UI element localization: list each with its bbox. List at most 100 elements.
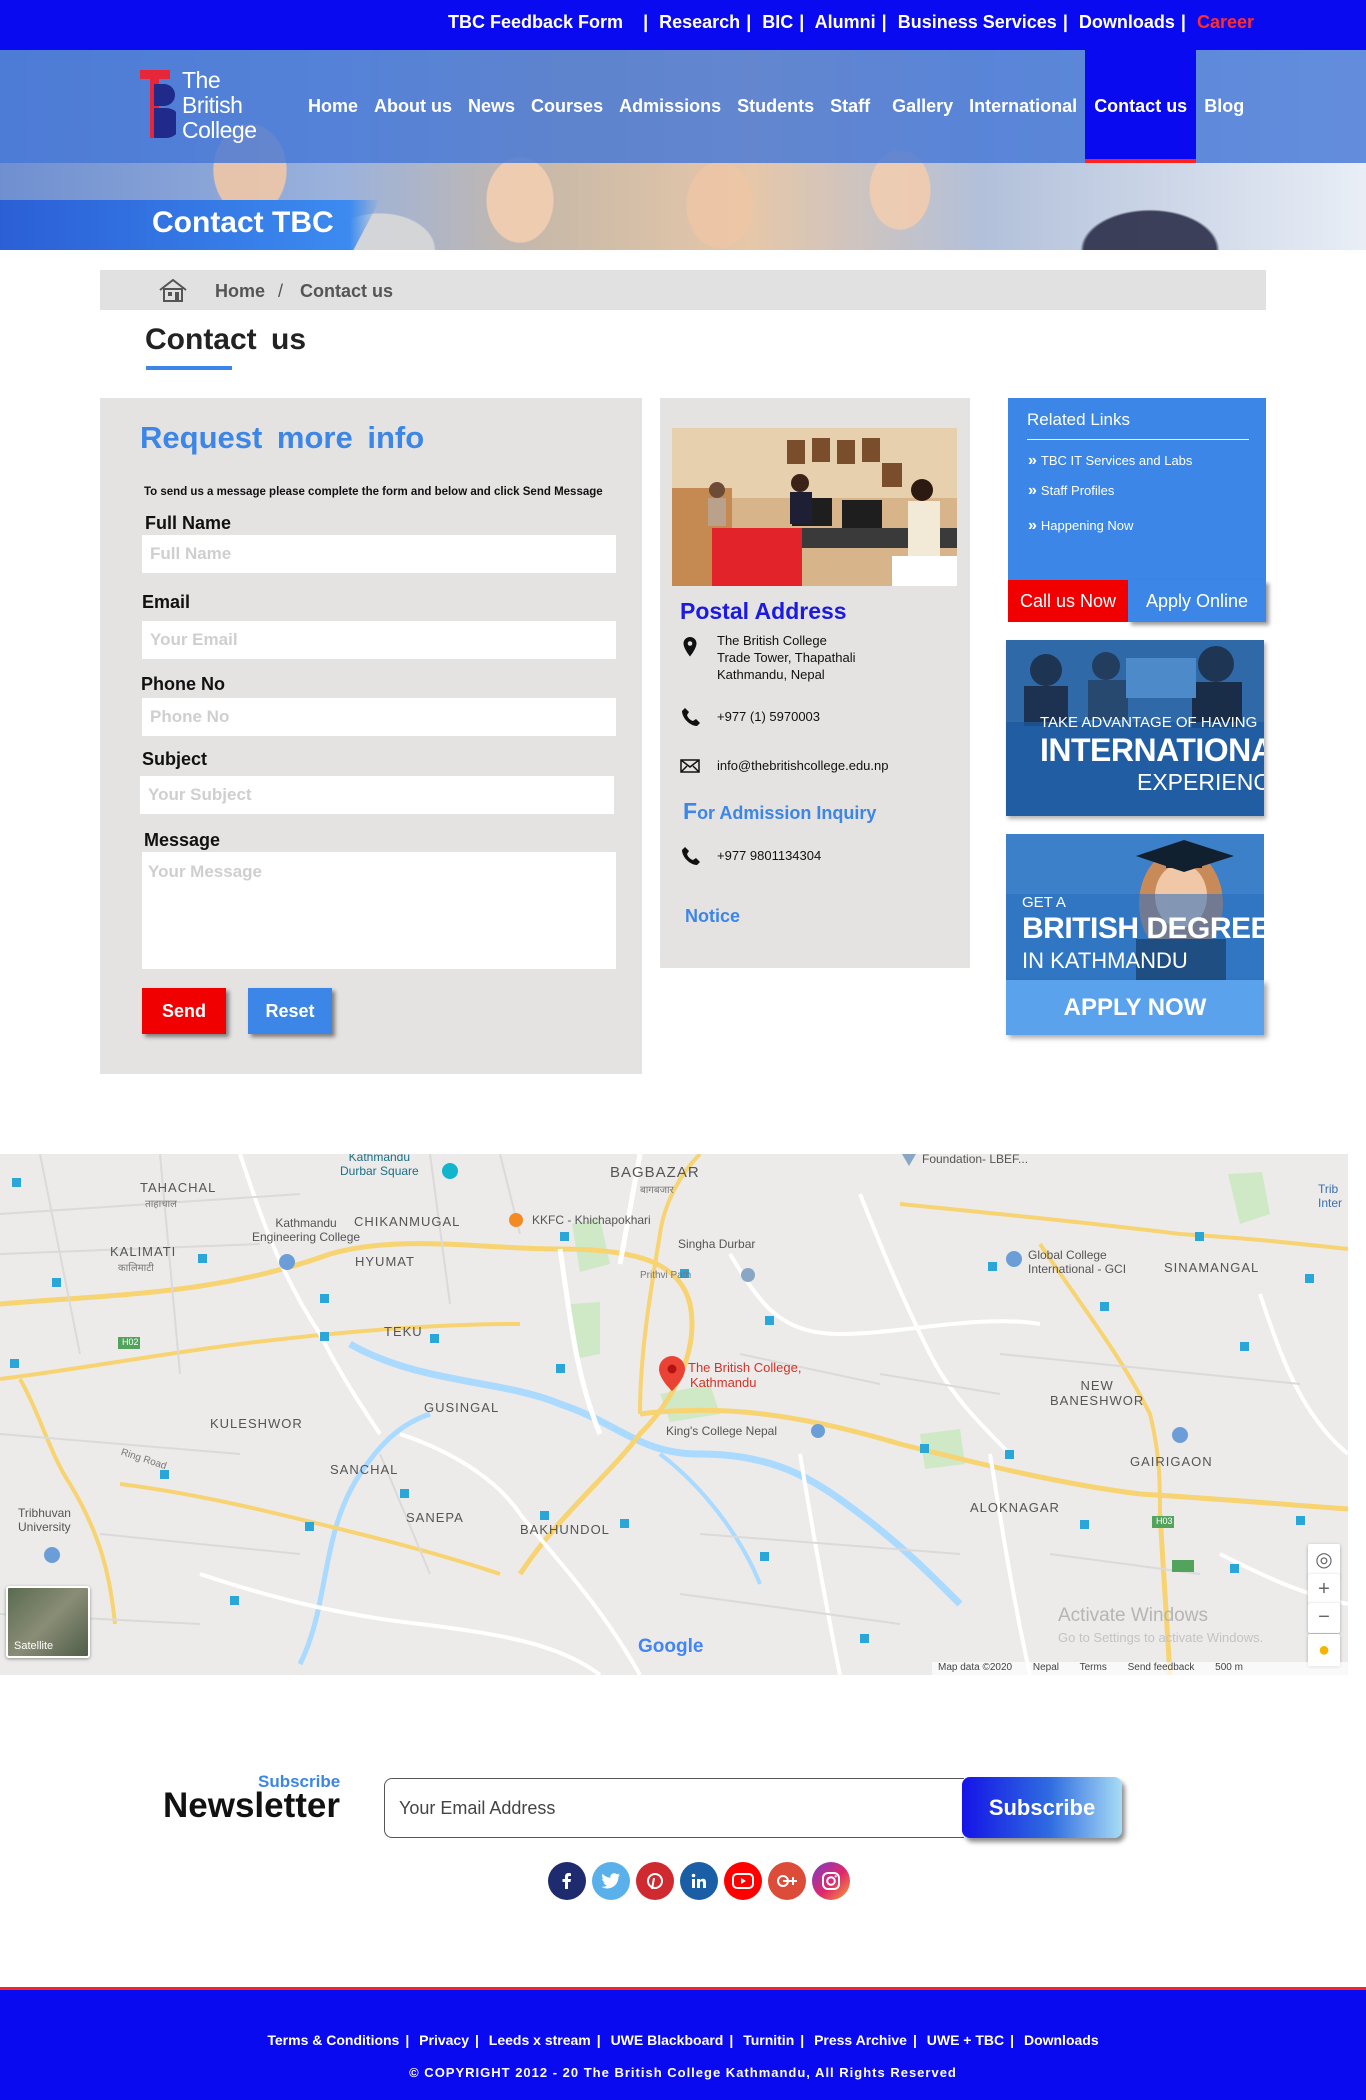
top-link-alumni[interactable]: Alumni bbox=[815, 12, 876, 32]
separator: | bbox=[912, 2032, 917, 2048]
activate-windows-title: Activate Windows bbox=[1058, 1605, 1208, 1626]
map-label: KALIMATI bbox=[110, 1244, 177, 1259]
phone-number[interactable]: +977 (1) 5970003 bbox=[717, 709, 820, 724]
nav-gallery[interactable]: Gallery bbox=[884, 50, 961, 163]
address-line-2: Trade Tower, Thapathali bbox=[717, 650, 856, 665]
british-degree-banner[interactable]: GET A BRITISH DEGREE IN KATHMANDU bbox=[1006, 834, 1264, 980]
instagram-icon[interactable] bbox=[812, 1862, 850, 1900]
top-link-business-services[interactable]: Business Services bbox=[898, 12, 1057, 32]
divider bbox=[1027, 439, 1249, 440]
message-textarea[interactable] bbox=[142, 852, 616, 969]
subject-input[interactable] bbox=[140, 776, 614, 814]
footer-link-terms[interactable]: Terms & Conditions bbox=[267, 2032, 399, 2048]
top-link-feedback[interactable]: TBC Feedback Form bbox=[448, 12, 623, 32]
top-link-bic[interactable]: BIC bbox=[762, 12, 793, 32]
email-address[interactable]: info@thebritishcollege.edu.np bbox=[717, 758, 888, 773]
apply-online-button[interactable]: Apply Online bbox=[1128, 580, 1266, 622]
home-icon[interactable] bbox=[158, 277, 188, 303]
pinterest-glyph bbox=[647, 1873, 663, 1890]
separator: | bbox=[799, 12, 805, 32]
related-links-title: Related Links bbox=[1027, 410, 1131, 429]
call-us-button[interactable]: Call us Now bbox=[1008, 580, 1128, 622]
nav-contact-us[interactable]: Contact us bbox=[1085, 50, 1197, 163]
nav-international[interactable]: International bbox=[961, 50, 1085, 163]
nav-about-us[interactable]: About us bbox=[366, 50, 460, 163]
separator: | bbox=[474, 2032, 479, 2048]
message-label: Message bbox=[144, 830, 221, 850]
footer-link-downloads[interactable]: Downloads bbox=[1024, 2032, 1099, 2048]
map-label: Kathmandu Engineering College bbox=[252, 1216, 361, 1244]
map-label: Prithvi Path bbox=[640, 1270, 692, 1281]
map-label: BAKHUNDOL bbox=[520, 1522, 610, 1537]
apply-now-button[interactable]: APPLY NOW bbox=[1006, 980, 1264, 1035]
pinterest-icon[interactable] bbox=[636, 1862, 674, 1900]
nav-courses[interactable]: Courses bbox=[523, 50, 611, 163]
map-pin-label-line-1: The British College, bbox=[688, 1360, 802, 1375]
footer-link-press-archive[interactable]: Press Archive bbox=[814, 2032, 907, 2048]
footer-link-turnitin[interactable]: Turnitin bbox=[743, 2032, 794, 2048]
footer-link-uwe-tbc[interactable]: UWE + TBC bbox=[927, 2032, 1004, 2048]
satellite-toggle[interactable]: Satellite bbox=[6, 1586, 90, 1658]
zoom-in-button[interactable]: + bbox=[1308, 1574, 1340, 1604]
nav-blog[interactable]: Blog bbox=[1196, 50, 1252, 163]
google-logo-text: Google bbox=[638, 1636, 704, 1657]
promo1-small-text: TAKE ADVANTAGE OF HAVING bbox=[1040, 714, 1258, 731]
newsletter-title: Newsletter bbox=[163, 1786, 341, 1825]
nav-admissions[interactable]: Admissions bbox=[611, 50, 729, 163]
map-label: GAIRIGAON bbox=[1130, 1454, 1213, 1469]
map-scale: 500 m bbox=[1215, 1662, 1243, 1673]
top-link-career[interactable]: Career bbox=[1197, 12, 1254, 32]
map-label: बागबजार bbox=[640, 1185, 674, 1196]
map-label: HYUMAT bbox=[355, 1254, 415, 1269]
reset-button[interactable]: Reset bbox=[248, 988, 332, 1034]
map-feedback-link[interactable]: Send feedback bbox=[1128, 1662, 1195, 1673]
notice-link[interactable]: Notice bbox=[685, 906, 740, 927]
top-link-research[interactable]: Research bbox=[659, 12, 740, 32]
map-pin-label[interactable]: The British College, Kathmandu bbox=[688, 1360, 801, 1390]
separator: | bbox=[729, 2032, 734, 2048]
footer-link-leeds[interactable]: Leeds x stream bbox=[489, 2032, 591, 2048]
related-link-it-services[interactable]: » TBC IT Services and Labs bbox=[1028, 452, 1192, 470]
facebook-icon[interactable] bbox=[548, 1862, 586, 1900]
newsletter-email-input[interactable] bbox=[384, 1778, 964, 1838]
related-link-staff-profiles[interactable]: » Staff Profiles bbox=[1028, 482, 1114, 500]
related-link-label: TBC IT Services and Labs bbox=[1040, 453, 1193, 468]
send-button[interactable]: Send bbox=[142, 988, 226, 1034]
linkedin-icon[interactable] bbox=[680, 1862, 718, 1900]
top-link-downloads[interactable]: Downloads bbox=[1079, 12, 1175, 32]
email-input[interactable] bbox=[142, 621, 616, 659]
twitter-icon[interactable] bbox=[592, 1862, 630, 1900]
footer-link-privacy[interactable]: Privacy bbox=[419, 2032, 469, 2048]
top-links: TBC Feedback Form | Research | BIC | Alumni… bbox=[448, 12, 1254, 33]
map-label: Foundation- LBEF... bbox=[922, 1154, 1029, 1166]
nav-home[interactable]: Home bbox=[300, 50, 366, 163]
my-location-icon[interactable]: ◎ bbox=[1308, 1544, 1340, 1576]
zoom-out-button[interactable]: − bbox=[1308, 1603, 1340, 1633]
map-label: SANEPA bbox=[406, 1510, 464, 1525]
subscribe-button[interactable]: Subscribe bbox=[962, 1777, 1122, 1838]
full-name-input[interactable] bbox=[142, 535, 616, 573]
google-plus-icon[interactable] bbox=[768, 1862, 806, 1900]
nav-students[interactable]: Students bbox=[729, 50, 822, 163]
college-logo[interactable]: The British College bbox=[140, 68, 280, 148]
footer-link-uwe-blackboard[interactable]: UWE Blackboard bbox=[611, 2032, 724, 2048]
chevron-right-icon: » bbox=[1028, 452, 1037, 469]
youtube-icon[interactable] bbox=[724, 1862, 762, 1900]
separator: | bbox=[800, 2032, 805, 2048]
related-link-happening-now[interactable]: » Happening Now bbox=[1028, 517, 1133, 535]
map-label: CHIKANMUGAL bbox=[354, 1214, 461, 1229]
location-map[interactable]: TAHACHAL ताहाचाल Kathmandu Durbar Square… bbox=[0, 1154, 1348, 1675]
nav-staff[interactable]: Staff bbox=[822, 50, 878, 163]
map-label: King's College Nepal bbox=[666, 1424, 778, 1438]
breadcrumb-home[interactable]: Home bbox=[215, 281, 265, 302]
inquiry-phone-number[interactable]: +977 9801134304 bbox=[717, 848, 821, 863]
phone-input[interactable] bbox=[142, 698, 616, 736]
instagram-glyph bbox=[822, 1872, 840, 1890]
map-terms-link[interactable]: Terms bbox=[1080, 1662, 1107, 1673]
tbc-logo-icon bbox=[140, 70, 176, 138]
email-label: Email bbox=[142, 592, 191, 612]
nav-news[interactable]: News bbox=[460, 50, 523, 163]
international-experience-banner[interactable]: TAKE ADVANTAGE OF HAVING INTERNATIONAL E… bbox=[1006, 640, 1264, 816]
map-label: SANCHAL bbox=[330, 1462, 399, 1477]
separator: | bbox=[1062, 12, 1068, 32]
